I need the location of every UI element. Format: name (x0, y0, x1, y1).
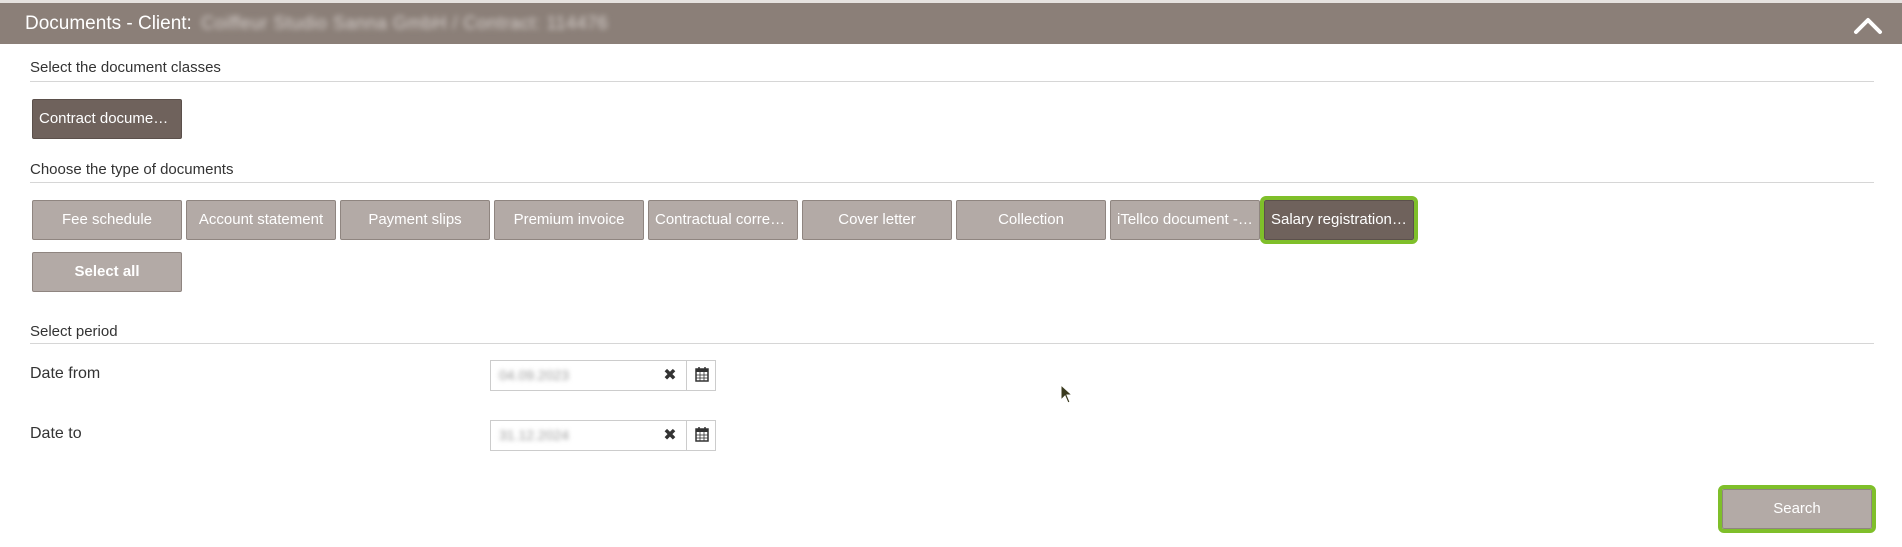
types-section-title: Choose the type of documents (30, 161, 234, 178)
calendar-icon (695, 427, 709, 442)
type-button-salary-registration[interactable]: Salary registration … (1260, 196, 1418, 244)
class-button-contract-documents[interactable]: Contract documen… (32, 99, 182, 139)
panel-header: Documents - Client: Coiffeur Studio Sann… (0, 3, 1902, 44)
search-button[interactable]: Search (1718, 485, 1876, 533)
date-to-calendar-button[interactable] (686, 421, 716, 450)
date-to-value: 31.12.2024 (499, 427, 570, 443)
chevron-up-icon (1854, 18, 1882, 34)
divider (30, 182, 1874, 183)
type-button-itellco-document[interactable]: iTellco document - … (1110, 200, 1260, 240)
collapse-button[interactable] (1848, 8, 1888, 40)
panel-title: Documents - Client: Coiffeur Studio Sann… (25, 13, 608, 35)
classes-section-title: Select the document classes (30, 59, 221, 76)
type-button-payment-slips[interactable]: Payment slips (340, 200, 490, 240)
date-from-field[interactable]: 04.09.2023 ✖ (490, 360, 716, 391)
clear-icon[interactable]: ✖ (661, 426, 679, 446)
date-from-label: Date from (30, 365, 101, 382)
select-all-button[interactable]: Select all (32, 252, 182, 292)
date-to-field[interactable]: 31.12.2024 ✖ (490, 420, 716, 451)
type-button-account-statement[interactable]: Account statement (186, 200, 336, 240)
clear-icon[interactable]: ✖ (661, 366, 679, 386)
panel-title-text: Documents - Client: (25, 13, 192, 34)
date-from-calendar-button[interactable] (686, 361, 716, 390)
date-to-label: Date to (30, 425, 82, 442)
type-button-fee-schedule[interactable]: Fee schedule (32, 200, 182, 240)
type-button-contractual-correspondence[interactable]: Contractual corres… (648, 200, 798, 240)
mouse-cursor-icon (1060, 383, 1074, 404)
period-section-title: Select period (30, 323, 118, 340)
calendar-icon (695, 367, 709, 382)
date-from-value: 04.09.2023 (499, 367, 570, 383)
type-button-cover-letter[interactable]: Cover letter (802, 200, 952, 240)
divider (30, 81, 1874, 82)
client-name-redacted: Coiffeur Studio Sanna GmbH / Contract: 1… (201, 13, 609, 34)
type-button-premium-invoice[interactable]: Premium invoice (494, 200, 644, 240)
type-button-collection[interactable]: Collection (956, 200, 1106, 240)
divider (30, 343, 1874, 344)
